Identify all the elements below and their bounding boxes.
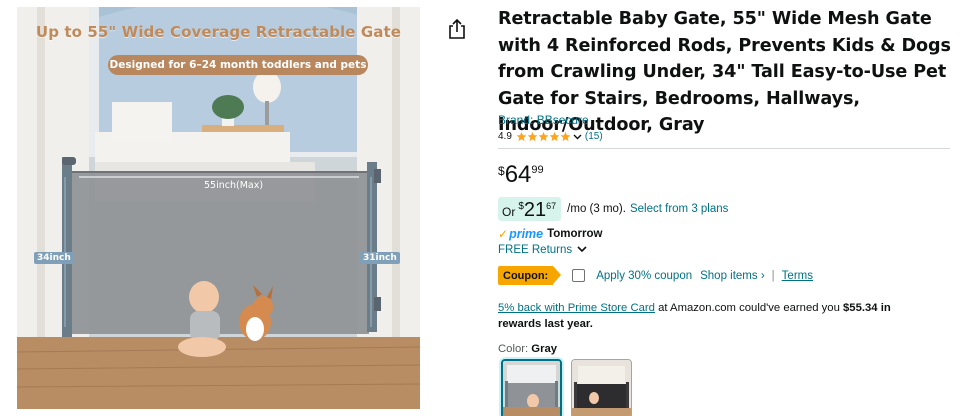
star-icon bbox=[560, 131, 571, 142]
free-returns[interactable]: FREE Returns bbox=[498, 244, 587, 256]
star-icon bbox=[516, 131, 527, 142]
select-plans-link[interactable]: Select from 3 plans bbox=[630, 203, 728, 215]
promo-text: at Amazon.com could've earned you bbox=[654, 302, 844, 314]
right-height-label: 31inch bbox=[360, 252, 400, 264]
price: $ 64 99 bbox=[498, 160, 544, 190]
apply-coupon-label[interactable]: Apply 30% coupon bbox=[596, 270, 692, 282]
color-value: Gray bbox=[531, 343, 558, 355]
monthly-term: /mo (3 mo). bbox=[567, 203, 626, 215]
prime-logo: ✓ prime bbox=[498, 227, 543, 241]
monthly-fraction: 67 bbox=[546, 201, 557, 211]
rating-value: 4.9 bbox=[498, 131, 512, 142]
apply-coupon-checkbox[interactable] bbox=[572, 269, 586, 282]
price-fraction: 99 bbox=[531, 164, 544, 176]
star-icon bbox=[527, 131, 538, 142]
check-icon: ✓ bbox=[498, 227, 509, 241]
price-symbol: $ bbox=[498, 164, 505, 178]
price-whole: 64 bbox=[504, 161, 532, 188]
chevron-down-icon[interactable] bbox=[577, 245, 587, 256]
prime-delivery: ✓ prime Tomorrow bbox=[498, 227, 602, 241]
left-height-label: 34inch bbox=[34, 252, 74, 264]
star-icon bbox=[549, 131, 560, 142]
shop-items-link[interactable]: Shop items › bbox=[700, 270, 765, 282]
rating-summary[interactable]: 4.9 (15) bbox=[498, 131, 603, 142]
free-returns-label[interactable]: FREE Returns bbox=[498, 244, 572, 256]
monthly-price-badge: Or $ 21 67 bbox=[498, 197, 562, 221]
separator: | bbox=[771, 269, 775, 282]
coupon-badge: Coupon: bbox=[498, 266, 562, 285]
rating-count-link[interactable]: (15) bbox=[585, 131, 603, 142]
divider bbox=[498, 148, 950, 149]
color-swatch-gray[interactable] bbox=[501, 359, 562, 416]
color-label: Color: bbox=[498, 343, 529, 355]
terms-link[interactable]: Terms bbox=[782, 270, 813, 282]
star-icon bbox=[538, 131, 549, 142]
width-label: 55inch(Max) bbox=[204, 180, 264, 191]
delivery-day: Tomorrow bbox=[547, 228, 603, 240]
product-main-image[interactable]: Up to 55" Wide Coverage Retractable Gate… bbox=[17, 7, 420, 409]
rating-stars[interactable] bbox=[516, 131, 571, 142]
swatch-thumbnail bbox=[503, 361, 560, 416]
swatch-thumbnail bbox=[572, 360, 631, 416]
brand-link[interactable]: Brand: BBsecure bbox=[498, 113, 589, 127]
monthly-whole: 21 bbox=[523, 199, 547, 221]
chevron-down-icon[interactable] bbox=[573, 132, 582, 142]
color-swatch-alternate[interactable] bbox=[571, 359, 632, 416]
prime-label: prime bbox=[509, 227, 544, 241]
image-headline: Up to 55" Wide Coverage Retractable Gate bbox=[35, 23, 402, 41]
monthly-prefix: Or bbox=[502, 205, 516, 219]
store-card-promo: 5% back with Prime Store Card at Amazon.… bbox=[498, 300, 928, 332]
color-selector-label: Color: Gray bbox=[498, 343, 557, 355]
store-card-link[interactable]: 5% back with Prime Store Card bbox=[498, 302, 655, 314]
coupon-row: Coupon: Apply 30% coupon Shop items › | … bbox=[498, 266, 813, 285]
image-subheadline: Designed for 6–24 month toddlers and pet… bbox=[108, 55, 368, 75]
monthly-payment: Or $ 21 67 /mo (3 mo). Select from 3 pla… bbox=[498, 197, 728, 221]
share-icon[interactable] bbox=[447, 18, 467, 40]
